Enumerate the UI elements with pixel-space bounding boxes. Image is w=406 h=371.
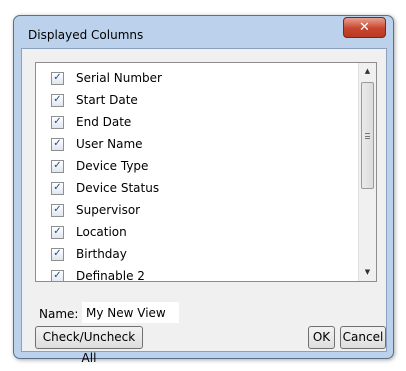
column-label: End Date (76, 115, 132, 129)
column-checkbox[interactable]: ✓ (51, 247, 64, 261)
grip-icon (365, 133, 370, 139)
column-checkbox[interactable]: ✓ (51, 71, 64, 85)
column-label: Birthday (76, 247, 127, 261)
name-label: Name: (39, 307, 79, 321)
checkmark-icon: ✓ (53, 204, 62, 215)
scroll-down-arrow-icon[interactable]: ▼ (359, 264, 376, 281)
column-list-item[interactable]: ✓ Serial Number (36, 67, 358, 89)
column-label: Start Date (76, 93, 138, 107)
name-input[interactable] (82, 302, 179, 323)
column-list-item[interactable]: ✓ Location (36, 221, 358, 243)
column-label: Device Status (76, 181, 160, 195)
checkmark-icon: ✓ (53, 226, 62, 237)
column-checkbox[interactable]: ✓ (51, 225, 64, 239)
check-uncheck-all-button[interactable]: Check/Uncheck All (35, 326, 143, 365)
columns-list-items: ✓ Serial Number ✓ Start Date ✓ End Date ✓ User … (36, 67, 358, 282)
cancel-button[interactable]: Cancel (340, 326, 386, 349)
column-list-item[interactable]: ✓ Birthday (36, 243, 358, 265)
column-list-item[interactable]: ✓ Device Type (36, 155, 358, 177)
checkmark-icon: ✓ (53, 182, 62, 193)
column-label: Device Type (76, 159, 149, 173)
column-label: Serial Number (76, 71, 162, 85)
column-list-item[interactable]: ✓ Device Status (36, 177, 358, 199)
close-button[interactable]: ✕ (343, 17, 386, 38)
column-checkbox[interactable]: ✓ (51, 269, 64, 281)
ok-button[interactable]: OK (308, 326, 335, 349)
column-label: Definable 2 (76, 269, 145, 282)
column-label: Location (76, 225, 127, 239)
window-title: Displayed Columns (28, 28, 144, 42)
checkmark-icon: ✓ (53, 270, 62, 281)
scroll-up-arrow-icon[interactable]: ▲ (359, 63, 376, 80)
column-checkbox[interactable]: ✓ (51, 115, 64, 129)
columns-list[interactable]: ✓ Serial Number ✓ Start Date ✓ End Date ✓ User … (35, 62, 377, 282)
checkmark-icon: ✓ (53, 248, 62, 259)
column-list-item[interactable]: ✓ Definable 2 (36, 265, 358, 282)
column-list-item[interactable]: ✓ User Name (36, 133, 358, 155)
dialog-content: ✓ Serial Number ✓ Start Date ✓ End Date ✓ User … (21, 48, 387, 365)
checkmark-icon: ✓ (53, 72, 62, 83)
vertical-scrollbar[interactable]: ▲ ▼ (358, 63, 376, 281)
column-list-item[interactable]: ✓ Supervisor (36, 199, 358, 221)
close-icon: ✕ (359, 20, 370, 35)
column-label: User Name (76, 137, 143, 151)
checkmark-icon: ✓ (53, 160, 62, 171)
column-checkbox[interactable]: ✓ (51, 203, 64, 217)
column-list-item[interactable]: ✓ Start Date (36, 89, 358, 111)
column-checkbox[interactable]: ✓ (51, 159, 64, 173)
scroll-thumb[interactable] (361, 82, 374, 189)
column-label: Supervisor (76, 203, 141, 217)
displayed-columns-dialog: Displayed Columns ✕ ✓ Serial Number ✓ Start… (13, 15, 394, 365)
column-checkbox[interactable]: ✓ (51, 181, 64, 195)
checkmark-icon: ✓ (53, 94, 62, 105)
column-checkbox[interactable]: ✓ (51, 93, 64, 107)
title-bar[interactable]: Displayed Columns ✕ (14, 16, 393, 52)
checkmark-icon: ✓ (53, 116, 62, 127)
checkmark-icon: ✓ (53, 138, 62, 149)
column-checkbox[interactable]: ✓ (51, 137, 64, 151)
column-list-item[interactable]: ✓ End Date (36, 111, 358, 133)
